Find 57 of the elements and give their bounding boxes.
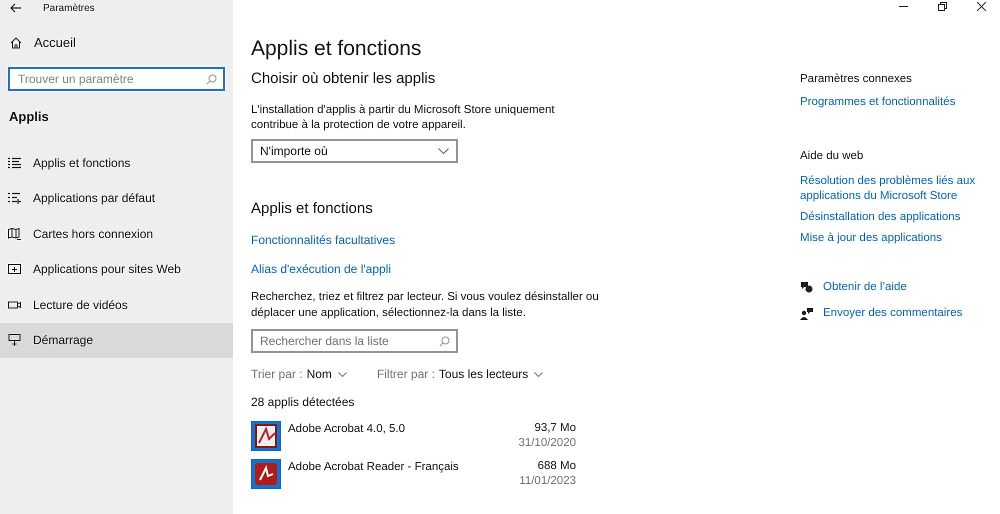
home-icon[interactable] [10, 36, 22, 49]
nav-item[interactable]: Applications pour sites Web [0, 252, 233, 287]
section-heading: Applis et fonctions [251, 198, 374, 218]
map-icon [8, 228, 21, 240]
video-camera-icon [8, 298, 21, 311]
startup-icon [8, 334, 21, 346]
nav-item[interactable]: Applications par défaut [0, 180, 233, 216]
home-link[interactable]: Accueil [34, 33, 76, 52]
nav-item[interactable]: Applis et fonctions [0, 145, 233, 180]
chevron-down-icon [438, 148, 449, 154]
list-search-field[interactable]: Rechercher dans la liste [251, 329, 458, 353]
chevron-down-icon [338, 372, 347, 376]
list-icon [8, 156, 21, 169]
app-name: Adobe Acrobat 4.0, 5.0 [288, 422, 406, 437]
list-icon [8, 192, 21, 204]
app-row[interactable]: Adobe Acrobat Reader - Français 688 Mo 11/01/2023 [251, 459, 576, 489]
section-heading: Choisir où obtenir les applis [251, 69, 436, 89]
nav-item[interactable]: Cartes hors connexion [0, 216, 233, 252]
search-icon [439, 336, 450, 347]
section-heading: Applis [9, 108, 50, 126]
back-arrow-icon[interactable] [10, 3, 21, 13]
page-title: Applis et fonctions [251, 36, 422, 62]
search-field[interactable]: Trouver un paramètre [8, 66, 225, 90]
link[interactable]: Résolution des problèmes liés aux applications du Microsoft Store [800, 174, 995, 204]
close-icon[interactable] [977, 2, 986, 11]
description-text: L'installation d'applis à partir du Microsoft Store uniquement contribue à la protection de votre appareil. [251, 102, 556, 132]
sort-dropdown[interactable]: Trier par : Nom [251, 365, 347, 383]
link[interactable]: Programmes et fonctionnalités [800, 94, 956, 112]
nav-item[interactable]: Lecture de vidéos [0, 287, 233, 322]
app-date: 31/10/2020 [518, 436, 576, 451]
app-count: 28 applis détectées [251, 394, 356, 411]
app-icon [251, 421, 281, 451]
support-link[interactable]: Envoyer des commentaires [800, 305, 962, 322]
description-text: Recherchez, triez et filtrez par lecteur. Si vous voulez désinstaller ou déplacer une application, sélectionnez-la dans la liste. [251, 290, 600, 321]
app-size: 93,7 Mo [534, 421, 576, 436]
help-chat-icon [800, 281, 813, 294]
web-app-icon [8, 263, 21, 276]
nav-item[interactable]: Démarrage [0, 322, 233, 358]
link[interactable]: Alias d'exécution de l'appli [251, 260, 392, 278]
window-title: Paramètres [43, 2, 95, 16]
section-heading: Paramètres connexes [800, 72, 913, 87]
support-link[interactable]: Obtenir de l’aide [800, 278, 907, 296]
section-heading: Aide du web [800, 148, 864, 164]
app-date: 11/01/2023 [519, 474, 576, 489]
search-icon [206, 74, 217, 84]
link[interactable]: Mise à jour des applications [800, 230, 995, 246]
link[interactable]: Désinstallation des applications [800, 210, 995, 225]
source-dropdown[interactable]: N'importe où [251, 138, 458, 162]
filter-dropdown[interactable]: Filtrer par : Tous les lecteurs [376, 365, 544, 383]
feedback-icon [800, 308, 813, 320]
restore-icon[interactable] [938, 2, 947, 11]
link[interactable]: Fonctionnalités facultatives [251, 231, 396, 249]
app-name: Adobe Acrobat Reader - Français [288, 460, 460, 475]
app-icon [251, 459, 281, 489]
chevron-down-icon [534, 372, 544, 376]
app-size: 688 Mo [538, 459, 576, 474]
app-row[interactable]: Adobe Acrobat 4.0, 5.0 93,7 Mo 31/10/2020 [251, 421, 576, 451]
